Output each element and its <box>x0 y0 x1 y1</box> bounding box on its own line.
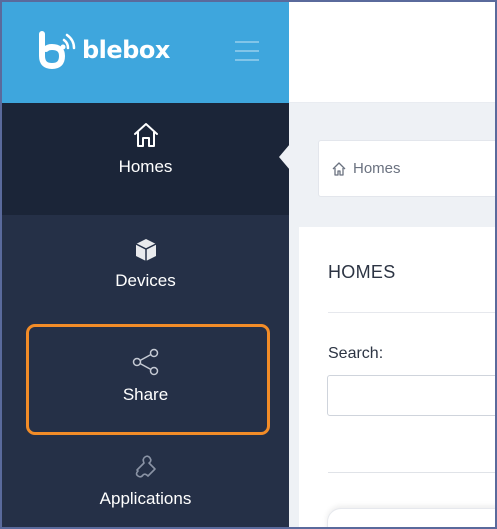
sidebar-item-applications[interactable]: Applications <box>2 437 289 527</box>
share-highlight-box <box>26 324 270 435</box>
menu-toggle-icon[interactable] <box>235 41 259 61</box>
puzzle-icon <box>135 455 156 478</box>
sidebar-item-label: Homes <box>118 157 173 176</box>
sidebar: blebox Homes Devices Share Applications <box>2 2 290 527</box>
search-input[interactable] <box>327 375 495 416</box>
page-title: HOMES <box>328 262 396 282</box>
sidebar-item-homes[interactable]: Homes <box>2 103 289 215</box>
brand-name: blebox <box>82 36 170 64</box>
app-window: blebox Homes Devices Share Applications … <box>0 0 497 529</box>
sidebar-item-label: Devices <box>115 271 176 290</box>
cube-icon <box>135 239 156 261</box>
breadcrumb: Homes <box>318 140 495 197</box>
brand-logo[interactable]: blebox <box>36 28 170 72</box>
divider <box>328 472 495 473</box>
sidebar-item-label: Applications <box>99 489 192 508</box>
sidebar-item-devices[interactable]: Devices <box>2 215 289 325</box>
top-bar <box>289 2 495 103</box>
search-label: Search: <box>328 345 384 362</box>
home-icon[interactable] <box>331 161 347 177</box>
home-card[interactable] <box>327 508 495 527</box>
brand-header: blebox <box>2 2 289 103</box>
blebox-logo-icon <box>39 31 76 70</box>
divider <box>328 312 495 313</box>
breadcrumb-label[interactable]: Homes <box>353 160 401 177</box>
home-icon <box>133 123 158 147</box>
